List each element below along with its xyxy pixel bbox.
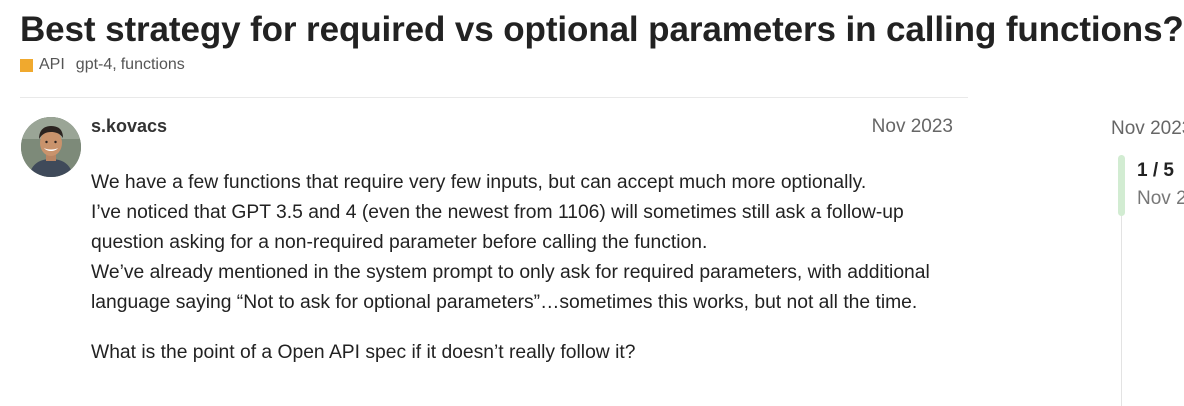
avatar-image bbox=[21, 117, 81, 177]
timeline-current-date: Nov 2023 bbox=[1137, 188, 1184, 209]
post-paragraph: What is the point of a Open API spec if … bbox=[91, 342, 636, 363]
post-paragraph: We have a few functions that require ver… bbox=[91, 172, 867, 193]
avatar[interactable] bbox=[21, 117, 81, 177]
timeline-scroll-handle[interactable] bbox=[1118, 155, 1125, 216]
tag-separator: , bbox=[112, 56, 117, 73]
post-date[interactable]: Nov 2023 bbox=[872, 116, 953, 138]
tag-gpt-4[interactable]: gpt-4 bbox=[76, 56, 112, 74]
post-username[interactable]: s.kovacs bbox=[91, 116, 167, 137]
timeline-post-counter: 1 / 5 bbox=[1137, 160, 1174, 181]
tag-functions[interactable]: functions bbox=[121, 56, 185, 74]
category-color-swatch bbox=[20, 58, 33, 72]
post-paragraph: I’ve noticed that GPT 3.5 and 4 (even th… bbox=[91, 202, 904, 253]
timeline-start-date[interactable]: Nov 2023 bbox=[1111, 118, 1184, 140]
category-badge[interactable]: API bbox=[39, 56, 65, 74]
topic-meta: API gpt-4, functions bbox=[20, 55, 185, 75]
post-body: We have a few functions that require ver… bbox=[91, 168, 951, 368]
post-paragraph: We’ve already mentioned in the system pr… bbox=[91, 262, 930, 313]
header-divider bbox=[20, 97, 968, 98]
topic-title[interactable]: Best strategy for required vs optional p… bbox=[20, 8, 1184, 52]
